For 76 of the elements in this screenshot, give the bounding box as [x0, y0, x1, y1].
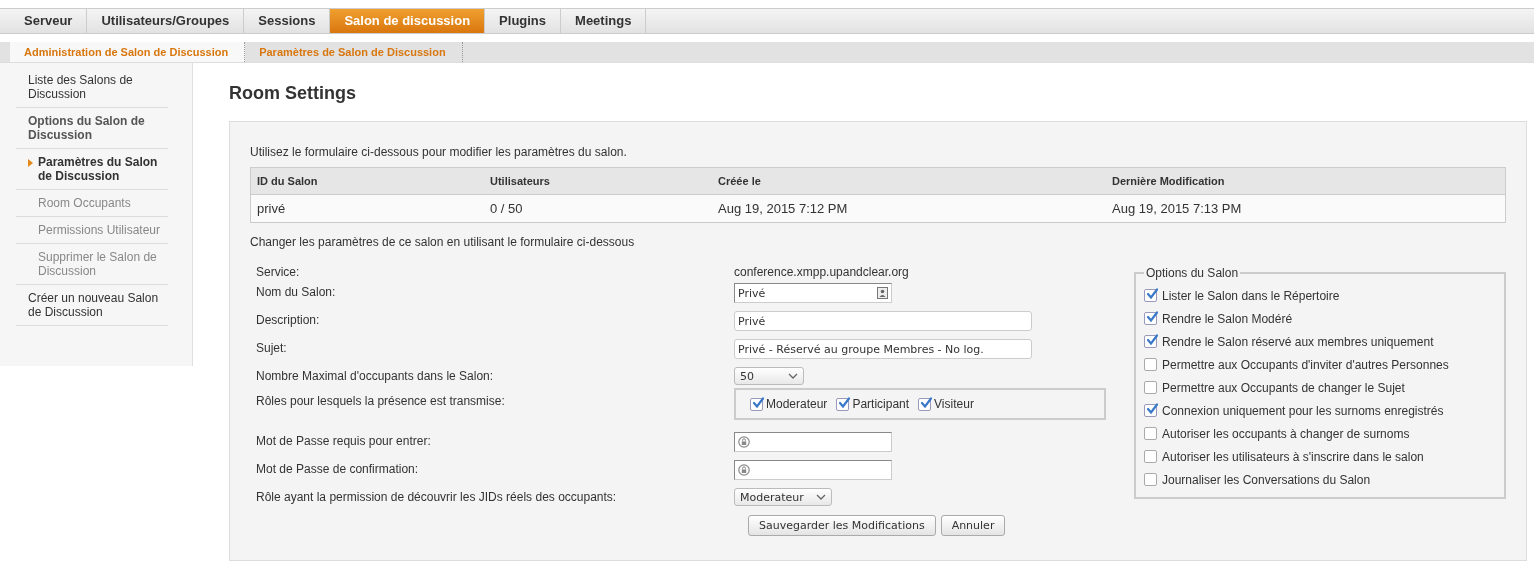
- input-field[interactable]: Privé: [734, 283, 892, 303]
- sidebar-item[interactable]: Options du Salon de Discussion: [28, 114, 168, 142]
- arrow-icon: [28, 159, 33, 167]
- sidebar-item[interactable]: Créer un nouveau Salon de Discussion: [28, 291, 168, 319]
- caret-icon: [788, 373, 798, 379]
- field-label: Mot de Passe de confirmation:: [256, 461, 420, 476]
- password-field[interactable]: [734, 460, 892, 480]
- checkbox[interactable]: [1144, 335, 1157, 348]
- contact-card-icon: [877, 287, 888, 299]
- checkbox[interactable]: [1144, 358, 1157, 371]
- form-button[interactable]: Annuler: [940, 515, 1006, 536]
- nav-tab[interactable]: Utilisateurs/Groupes: [87, 9, 245, 33]
- field-label: Service:: [256, 264, 301, 279]
- field-label: Sujet:: [256, 340, 288, 355]
- checkbox-label: Visiteur: [934, 397, 974, 411]
- input-field[interactable]: Privé - Réservé au groupe Membres - No log.: [734, 339, 1032, 359]
- checkbox-label: Participant: [852, 397, 910, 411]
- sidebar-item[interactable]: Paramètres du Salon de Discussion: [38, 155, 168, 183]
- password-field[interactable]: [734, 432, 892, 452]
- field-label: Nom du Salon:: [256, 284, 337, 299]
- check-icon: [920, 396, 933, 409]
- field-label: Description:: [256, 312, 321, 327]
- checkbox[interactable]: [750, 397, 763, 411]
- checkbox[interactable]: [1144, 381, 1157, 394]
- checkbox[interactable]: [1144, 427, 1157, 440]
- checkbox[interactable]: [1144, 289, 1157, 302]
- checkbox-label: Connexion uniquement pour les surnoms enregistrés: [1162, 403, 1444, 418]
- field-label: Rôle ayant la permission de découvrir les JIDs réels des occupants:: [256, 489, 618, 504]
- check-icon: [1146, 311, 1158, 323]
- field-label: Nombre Maximal d'occupants dans le Salon:: [256, 368, 495, 383]
- table-cell: privé: [250, 194, 484, 223]
- checkbox-label: Rendre le Salon Modéré: [1162, 311, 1293, 326]
- checkbox[interactable]: [1144, 404, 1157, 417]
- input-field[interactable]: Privé: [734, 311, 1032, 331]
- column-header: ID du Salon: [250, 167, 484, 195]
- lock-icon: [738, 464, 750, 476]
- checkbox-label: Permettre aux Occupants de changer le Sujet: [1162, 380, 1405, 395]
- check-icon: [752, 396, 764, 409]
- checkbox-label: Autoriser les utilisateurs à s'inscrire dans le salon: [1162, 449, 1424, 464]
- checkbox-label: Permettre aux Occupants d'inviter d'autres Personnes: [1162, 357, 1449, 372]
- check-icon: [1146, 403, 1158, 415]
- check-icon: [838, 396, 851, 409]
- checkbox[interactable]: [836, 397, 850, 411]
- dropdown[interactable]: Moderateur: [734, 488, 832, 506]
- table-cell: Aug 19, 2015 7:12 PM: [712, 194, 1106, 223]
- checkbox-label: Lister le Salon dans le Répertoire: [1162, 288, 1340, 303]
- column-header: Utilisateurs: [484, 167, 712, 195]
- check-icon: [1146, 288, 1158, 300]
- checkbox[interactable]: [918, 397, 932, 411]
- checkbox[interactable]: [1144, 312, 1157, 325]
- sidebar-item[interactable]: Liste des Salons de Discussion: [28, 73, 168, 101]
- intro-text: Utilisez le formulaire ci-dessous pour modifier les paramètres du salon.: [250, 145, 628, 159]
- field-label: Rôles pour lesquels la présence est transmise:: [256, 393, 506, 408]
- checkbox-label: Moderateur: [766, 397, 828, 411]
- table-cell: Aug 19, 2015 7:13 PM: [1106, 194, 1506, 223]
- check-icon: [1146, 334, 1158, 346]
- dropdown[interactable]: 50: [734, 367, 804, 385]
- form-intro: Changer les paramètres de ce salon en utilisant le formulaire ci-dessous: [250, 235, 636, 249]
- checkbox-label: Journaliser les Conversations du Salon: [1162, 472, 1371, 487]
- field-label: Mot de Passe requis pour entrer:: [256, 433, 432, 448]
- column-header: Dernière Modification: [1106, 167, 1506, 195]
- nav-tab[interactable]: Plugins: [485, 9, 562, 33]
- options-legend: Options du Salon: [1144, 266, 1241, 280]
- nav-tab[interactable]: Meetings: [561, 9, 647, 33]
- checkbox-label: Rendre le Salon réservé aux membres uniquement: [1162, 334, 1434, 349]
- form-button[interactable]: Sauvegarder les Modifications: [748, 515, 936, 536]
- service-value: conference.xmpp.upandclear.org: [734, 264, 909, 279]
- lock-icon: [738, 436, 750, 448]
- checkbox-label: Autoriser les occupants à changer de surnoms: [1162, 426, 1410, 441]
- column-header: Créée le: [712, 167, 1106, 195]
- checkbox[interactable]: [1144, 473, 1157, 486]
- page-title: Room Settings: [229, 83, 357, 104]
- checkbox[interactable]: [1144, 450, 1157, 463]
- nav-tab[interactable]: Serveur: [10, 9, 88, 33]
- caret-icon: [816, 494, 826, 500]
- table-cell: 0 / 50: [484, 194, 712, 223]
